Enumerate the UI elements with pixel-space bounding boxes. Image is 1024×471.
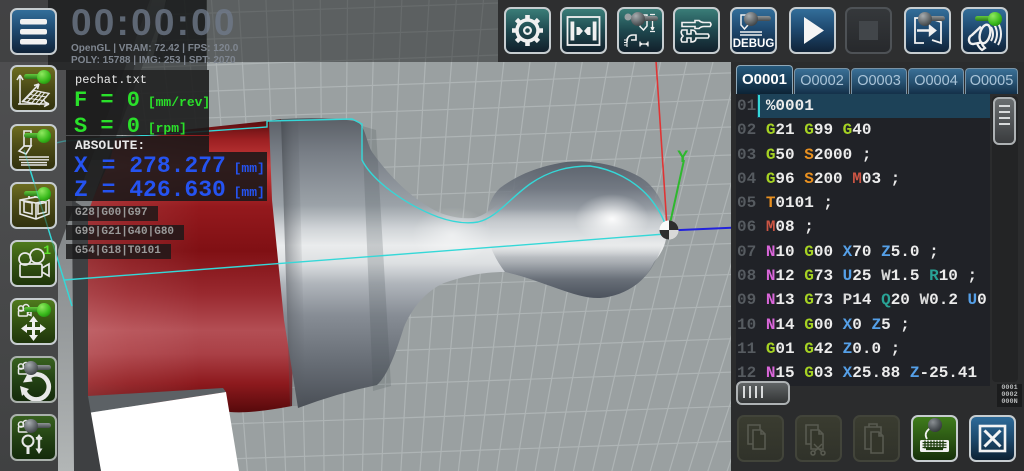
svg-text:Y: Y bbox=[677, 147, 689, 166]
